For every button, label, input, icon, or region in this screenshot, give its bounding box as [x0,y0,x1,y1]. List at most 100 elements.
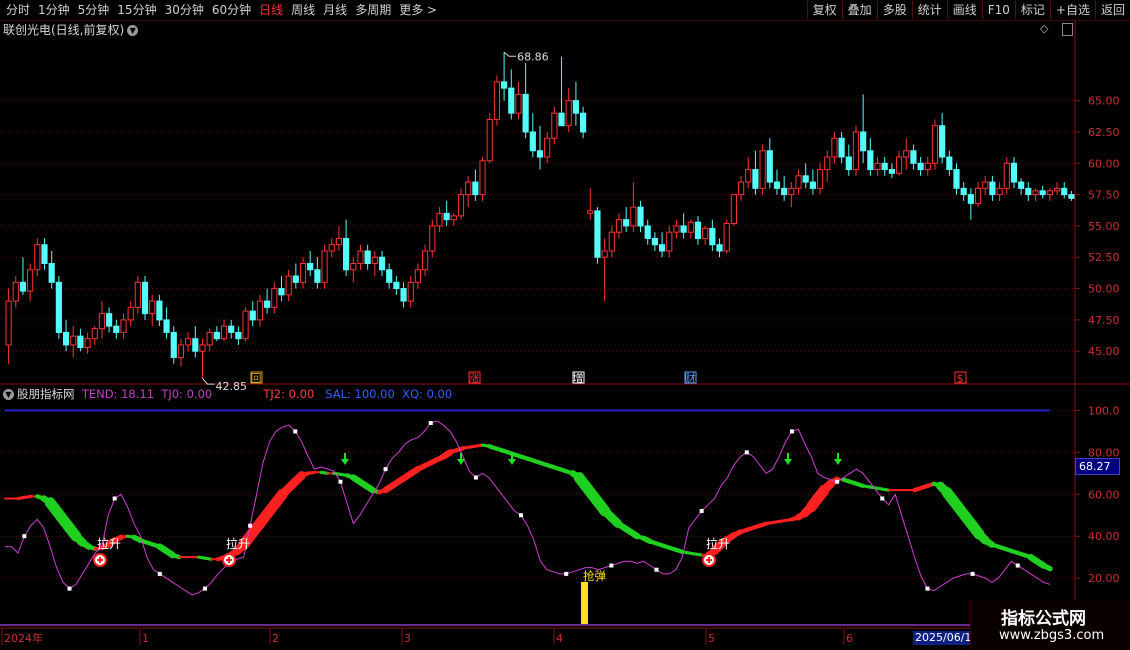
candle-body [299,263,307,283]
candle [1025,182,1032,201]
candle [393,276,400,295]
candle [271,282,278,314]
candle-body [623,219,630,227]
event-marker-4: $ [954,371,967,385]
candle [845,144,852,176]
candle [120,313,127,339]
candle [321,244,328,289]
candle [106,307,113,333]
candle [651,232,658,251]
candle [953,163,960,195]
candle [565,88,572,132]
candle [486,113,493,164]
down-arrow-1 [457,453,465,465]
candle-body [192,338,199,352]
candle-body [931,125,939,164]
candle [536,125,544,170]
candle [256,294,264,327]
candle-body [802,175,809,183]
candle [831,131,838,164]
candle-body [702,227,709,239]
candle-body [637,206,644,227]
candle-body [680,225,687,233]
candle [766,138,773,189]
candle-body [601,250,608,258]
oscillator-dot [428,421,433,426]
candle-body [687,221,694,233]
oscillator-dot [202,586,207,591]
candle [623,207,630,233]
oscillator-dot [157,571,162,576]
candle-body [544,137,551,158]
candle [371,250,378,277]
candle-body [644,225,651,239]
candle [113,319,120,339]
candle [364,244,371,270]
candle [709,219,716,251]
candle-body [666,231,673,252]
price-tick-label: 55.00 [1088,220,1120,233]
stock-chart[interactable]: 65.00 62.50 60.00 57.50 55.00 52.50 50.00 47.50… [0,0,1130,650]
candle [457,188,465,220]
candle [874,157,881,176]
price-tick-label: 62.50 [1088,126,1120,139]
candle-body [551,112,558,139]
candle [737,175,745,201]
candle [687,219,694,239]
candle-body [213,331,220,340]
candle [608,225,615,258]
candle [335,225,343,251]
candle-body [1032,190,1039,196]
candle [465,175,472,208]
price-tick-label: 65.00 [1088,95,1120,108]
candle-body [106,313,113,327]
candle-body [77,335,84,348]
candle-body [953,169,960,189]
signal-label: 拉升 [706,536,730,551]
candle-body [1025,187,1032,196]
candle-body [12,281,19,302]
candle [285,269,292,302]
candle [960,182,967,201]
candle-body [62,331,70,346]
candle-body [960,187,967,196]
candle-body [84,338,91,348]
candle [989,175,996,201]
candle-body [443,212,450,221]
candle-body [1003,162,1010,189]
candle-body [48,263,55,283]
candle [278,276,285,302]
candle [910,144,917,170]
candle [974,182,982,208]
candle [48,250,55,289]
watermark: 指标公式网 www.zbgs3.com [970,600,1130,650]
candle-body [1068,194,1075,199]
candle [450,213,457,226]
date-label: 6 [846,632,853,645]
candle [429,219,436,258]
candle-body [378,256,386,271]
candle [185,332,192,352]
candle [62,319,70,352]
candle [544,131,551,164]
candle-body [745,169,752,183]
candle-body [177,344,185,358]
candle [795,169,802,195]
candle-body [515,93,522,114]
candle [716,238,723,258]
candle [522,63,529,139]
candle [436,207,443,233]
candle-body [723,222,730,252]
candle [1046,188,1053,201]
candle-body [206,331,213,346]
candle-body [5,300,12,346]
candle [307,250,314,277]
candle-body [752,169,759,189]
candle [838,131,845,164]
candle [515,81,522,120]
candle [177,338,185,367]
candle-body [249,310,256,321]
candle [637,200,644,233]
oscillator-dot [1015,563,1020,568]
candle-body [874,162,881,171]
